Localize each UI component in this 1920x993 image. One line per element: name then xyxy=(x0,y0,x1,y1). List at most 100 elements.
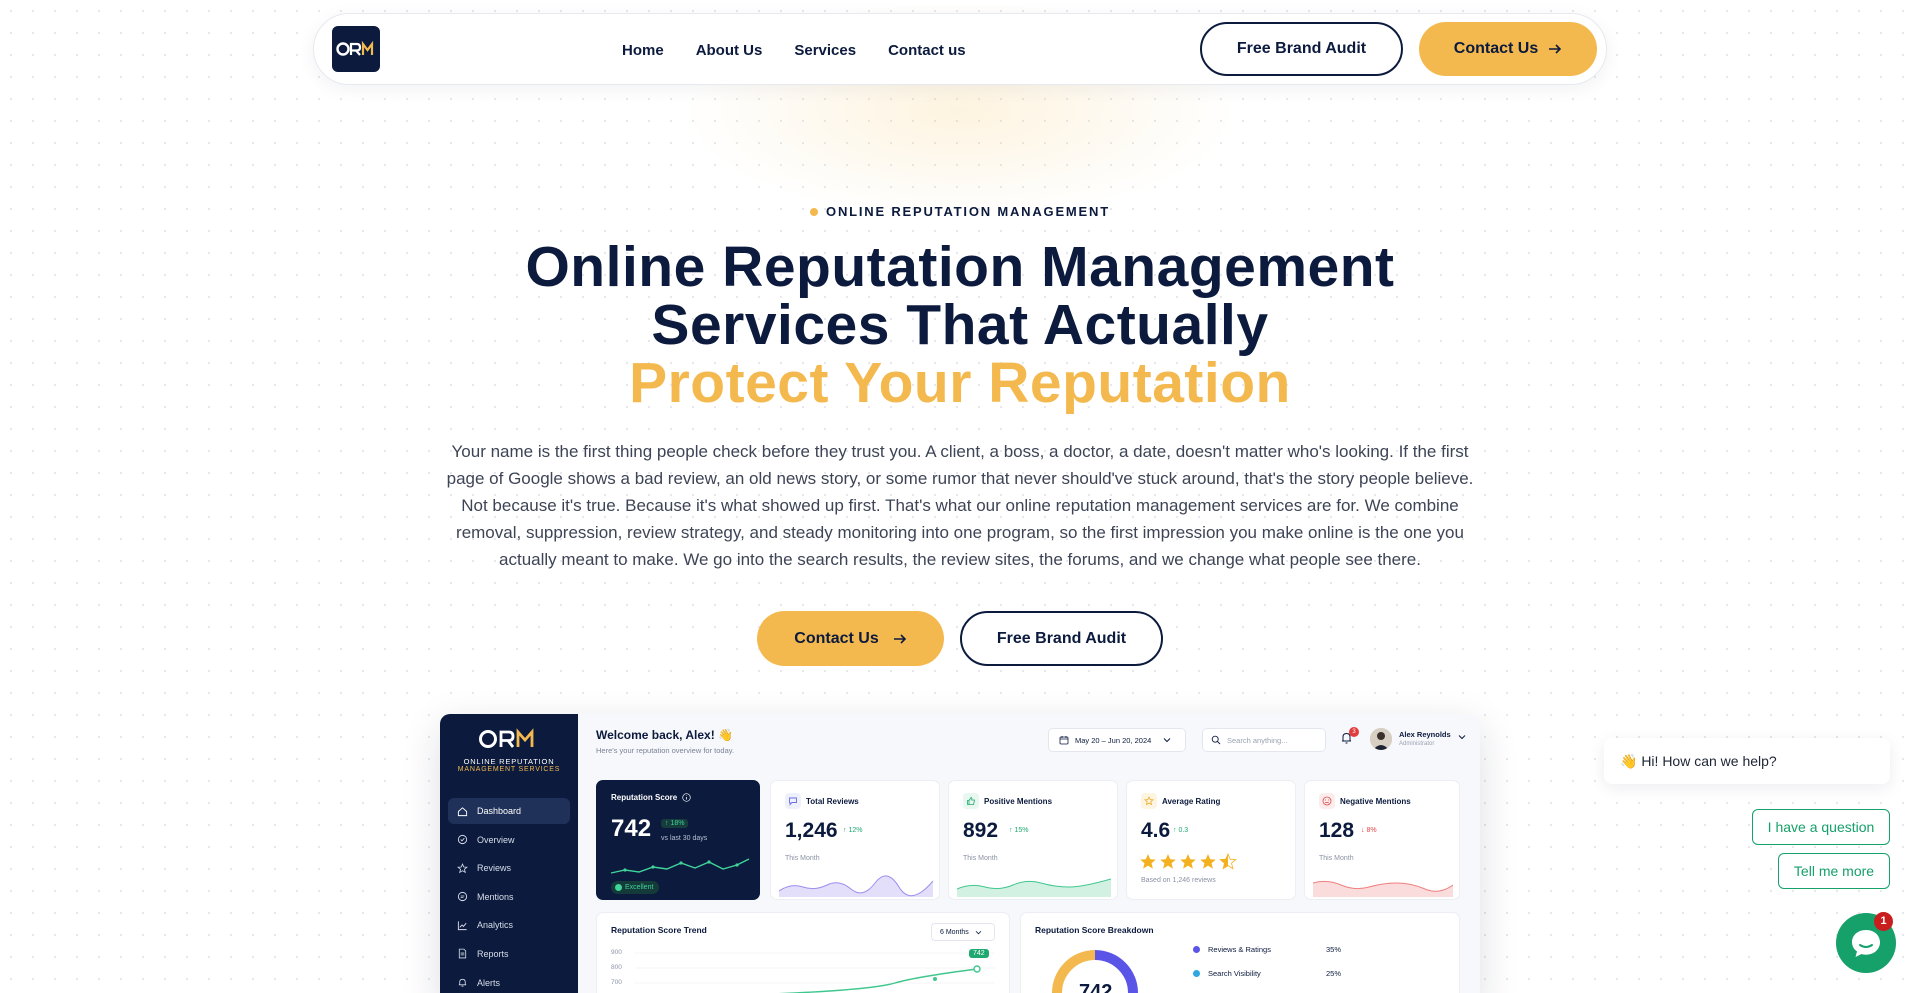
card-title: Total Reviews xyxy=(785,793,859,809)
star-icon xyxy=(1141,793,1157,809)
trend-range-select[interactable]: 6 Months xyxy=(931,923,995,941)
donut-center-value: 742 xyxy=(1079,981,1113,993)
card-delta: ↑ 15% xyxy=(1009,827,1029,834)
brand-sub2: MANAGEMENT SERVICES xyxy=(457,766,561,773)
chevron-down-icon xyxy=(975,930,982,934)
card-value: 4.6 xyxy=(1141,819,1171,842)
reputation-score-card: Reputation Score 742 ↑ 18% vs last 30 da… xyxy=(596,780,760,900)
score-delta-sub: vs last 30 days xyxy=(661,835,708,842)
negative-sparkline xyxy=(1313,880,1453,897)
hero-title-line2: Services That Actually xyxy=(651,293,1269,357)
sidebar-item-label: Reports xyxy=(477,948,509,959)
legend-item: Reviews & Ratings 35% xyxy=(1193,945,1341,954)
dashboard-preview: ONLINE REPUTATION MANAGEMENT SERVICES Da… xyxy=(440,714,1480,993)
search-placeholder: Search anything... xyxy=(1227,735,1288,745)
nav-contact[interactable]: Contact us xyxy=(888,42,966,59)
date-range-picker[interactable]: May 20 – Jun 20, 2024 xyxy=(1048,728,1186,752)
chat-icon xyxy=(457,892,468,902)
hero-audit-button[interactable]: Free Brand Audit xyxy=(960,611,1163,666)
sidebar-item-label: Alerts xyxy=(477,977,501,988)
card-title-text: Negative Mentions xyxy=(1340,796,1411,806)
info-icon xyxy=(682,793,691,802)
date-range-text: May 20 – Jun 20, 2024 xyxy=(1075,735,1152,745)
hero-contact-button[interactable]: Contact Us xyxy=(757,611,944,666)
document-icon xyxy=(458,949,467,959)
sidebar-item-reports[interactable]: Reports xyxy=(448,941,570,967)
score-delta-text: 18% xyxy=(670,820,685,827)
notification-bell[interactable]: 3 xyxy=(1340,727,1359,750)
y-tick: 800 xyxy=(611,964,622,971)
average-rating-card: Average Rating 4.6 ↑ 0.3 Based on 1,246 … xyxy=(1126,780,1296,900)
panel-title: Reputation Score Trend xyxy=(611,925,707,935)
sidebar-item-label: Analytics xyxy=(477,920,514,931)
contact-us-button[interactable]: Contact Us xyxy=(1419,22,1597,76)
calendar-icon xyxy=(1059,736,1069,745)
sidebar-item-label: Mentions xyxy=(477,891,514,902)
card-delta: ↑ 0.3 xyxy=(1173,827,1189,834)
chevron-down-icon[interactable] xyxy=(1458,734,1466,740)
sidebar-item-alerts[interactable]: Alerts xyxy=(448,970,570,993)
card-title-text: Positive Mentions xyxy=(984,796,1053,806)
card-delta: ↑ 12% xyxy=(843,827,863,834)
nav-links: Home About Us Services Contact us xyxy=(622,14,966,86)
dashboard-search-input[interactable]: Search anything... xyxy=(1202,728,1326,752)
trend-last-label: 742 xyxy=(969,949,989,958)
logo[interactable] xyxy=(332,26,380,72)
positive-mentions-card: Positive Mentions 892 ↑ 15% This Month xyxy=(948,780,1118,900)
legend-label: Reviews & Ratings xyxy=(1208,945,1271,954)
avatar[interactable] xyxy=(1370,728,1392,750)
sad-face-icon xyxy=(1319,793,1335,809)
nav-home[interactable]: Home xyxy=(622,42,664,59)
free-brand-audit-button[interactable]: Free Brand Audit xyxy=(1200,22,1403,76)
sidebar-item-dashboard[interactable]: Dashboard xyxy=(448,798,570,824)
card-delta-text: 12% xyxy=(848,827,863,834)
sidebar-item-label: Dashboard xyxy=(477,806,522,816)
card-foot: This Month xyxy=(1319,855,1354,862)
hero-title-line1: Online Reputation Management xyxy=(525,235,1395,299)
sidebar-item-mentions[interactable]: Mentions xyxy=(448,884,570,910)
check-circle-icon xyxy=(457,835,468,845)
hero-title: Online Reputation Management Services Th… xyxy=(0,238,1920,412)
sidebar-item-overview[interactable]: Overview xyxy=(448,827,570,853)
score-breakdown-panel: Reputation Score Breakdown 742 Reviews &… xyxy=(1020,912,1460,993)
chat-option-tell-more[interactable]: Tell me more xyxy=(1778,853,1890,889)
arrow-right-icon xyxy=(1549,44,1562,54)
sidebar-menu: Dashboard Overview Reviews Mentions Anal… xyxy=(448,798,570,993)
contact-us-label: Contact Us xyxy=(1453,40,1539,57)
hero-description: Your name is the first thing people chec… xyxy=(446,442,1474,569)
card-value: 1,246 xyxy=(785,819,838,842)
nav-about[interactable]: About Us xyxy=(696,42,763,59)
chevron-down-icon xyxy=(1163,738,1171,743)
sidebar-item-analytics[interactable]: Analytics xyxy=(448,912,570,938)
user-name: Alex Reynolds xyxy=(1399,730,1451,739)
card-delta-text: 8% xyxy=(1366,827,1377,834)
panel-title: Reputation Score Breakdown xyxy=(1035,925,1154,935)
chat-option-question[interactable]: I have a question xyxy=(1752,809,1890,845)
chat-icon xyxy=(785,793,801,809)
trend-range-value: 6 Months xyxy=(940,928,969,936)
card-foot: This Month xyxy=(785,855,820,862)
card-foot: This Month xyxy=(963,855,998,862)
score-sparkline xyxy=(610,858,750,874)
trend-line xyxy=(635,952,995,993)
user-role: Administrator xyxy=(1399,741,1435,747)
arrow-right-icon xyxy=(893,633,906,644)
card-value: 128 xyxy=(1319,819,1355,842)
card-title-text: Reputation Score xyxy=(611,793,678,802)
card-delta: ↓ 8% xyxy=(1361,827,1377,834)
total-reviews-card: Total Reviews 1,246 ↑ 12% This Month xyxy=(770,780,940,900)
score-delta: ↑ 18% xyxy=(661,819,689,828)
legend-dot xyxy=(1193,970,1200,977)
card-title: Reputation Score xyxy=(611,793,691,802)
hero-title-highlight: Protect Your Reputation xyxy=(629,351,1291,415)
sidebar-item-reviews[interactable]: Reviews xyxy=(448,855,570,881)
search-icon xyxy=(1211,735,1221,745)
legend-label: Search Visibility xyxy=(1208,969,1261,978)
home-icon xyxy=(457,806,468,816)
legend-item: Search Visibility 25% xyxy=(1193,969,1341,978)
mentions-sparkline xyxy=(957,878,1111,897)
sidebar-item-label: Reviews xyxy=(477,863,512,874)
nav-services[interactable]: Services xyxy=(794,42,856,59)
brand-sub1: ONLINE REPUTATION xyxy=(463,757,555,766)
eyebrow-dot xyxy=(810,207,819,216)
